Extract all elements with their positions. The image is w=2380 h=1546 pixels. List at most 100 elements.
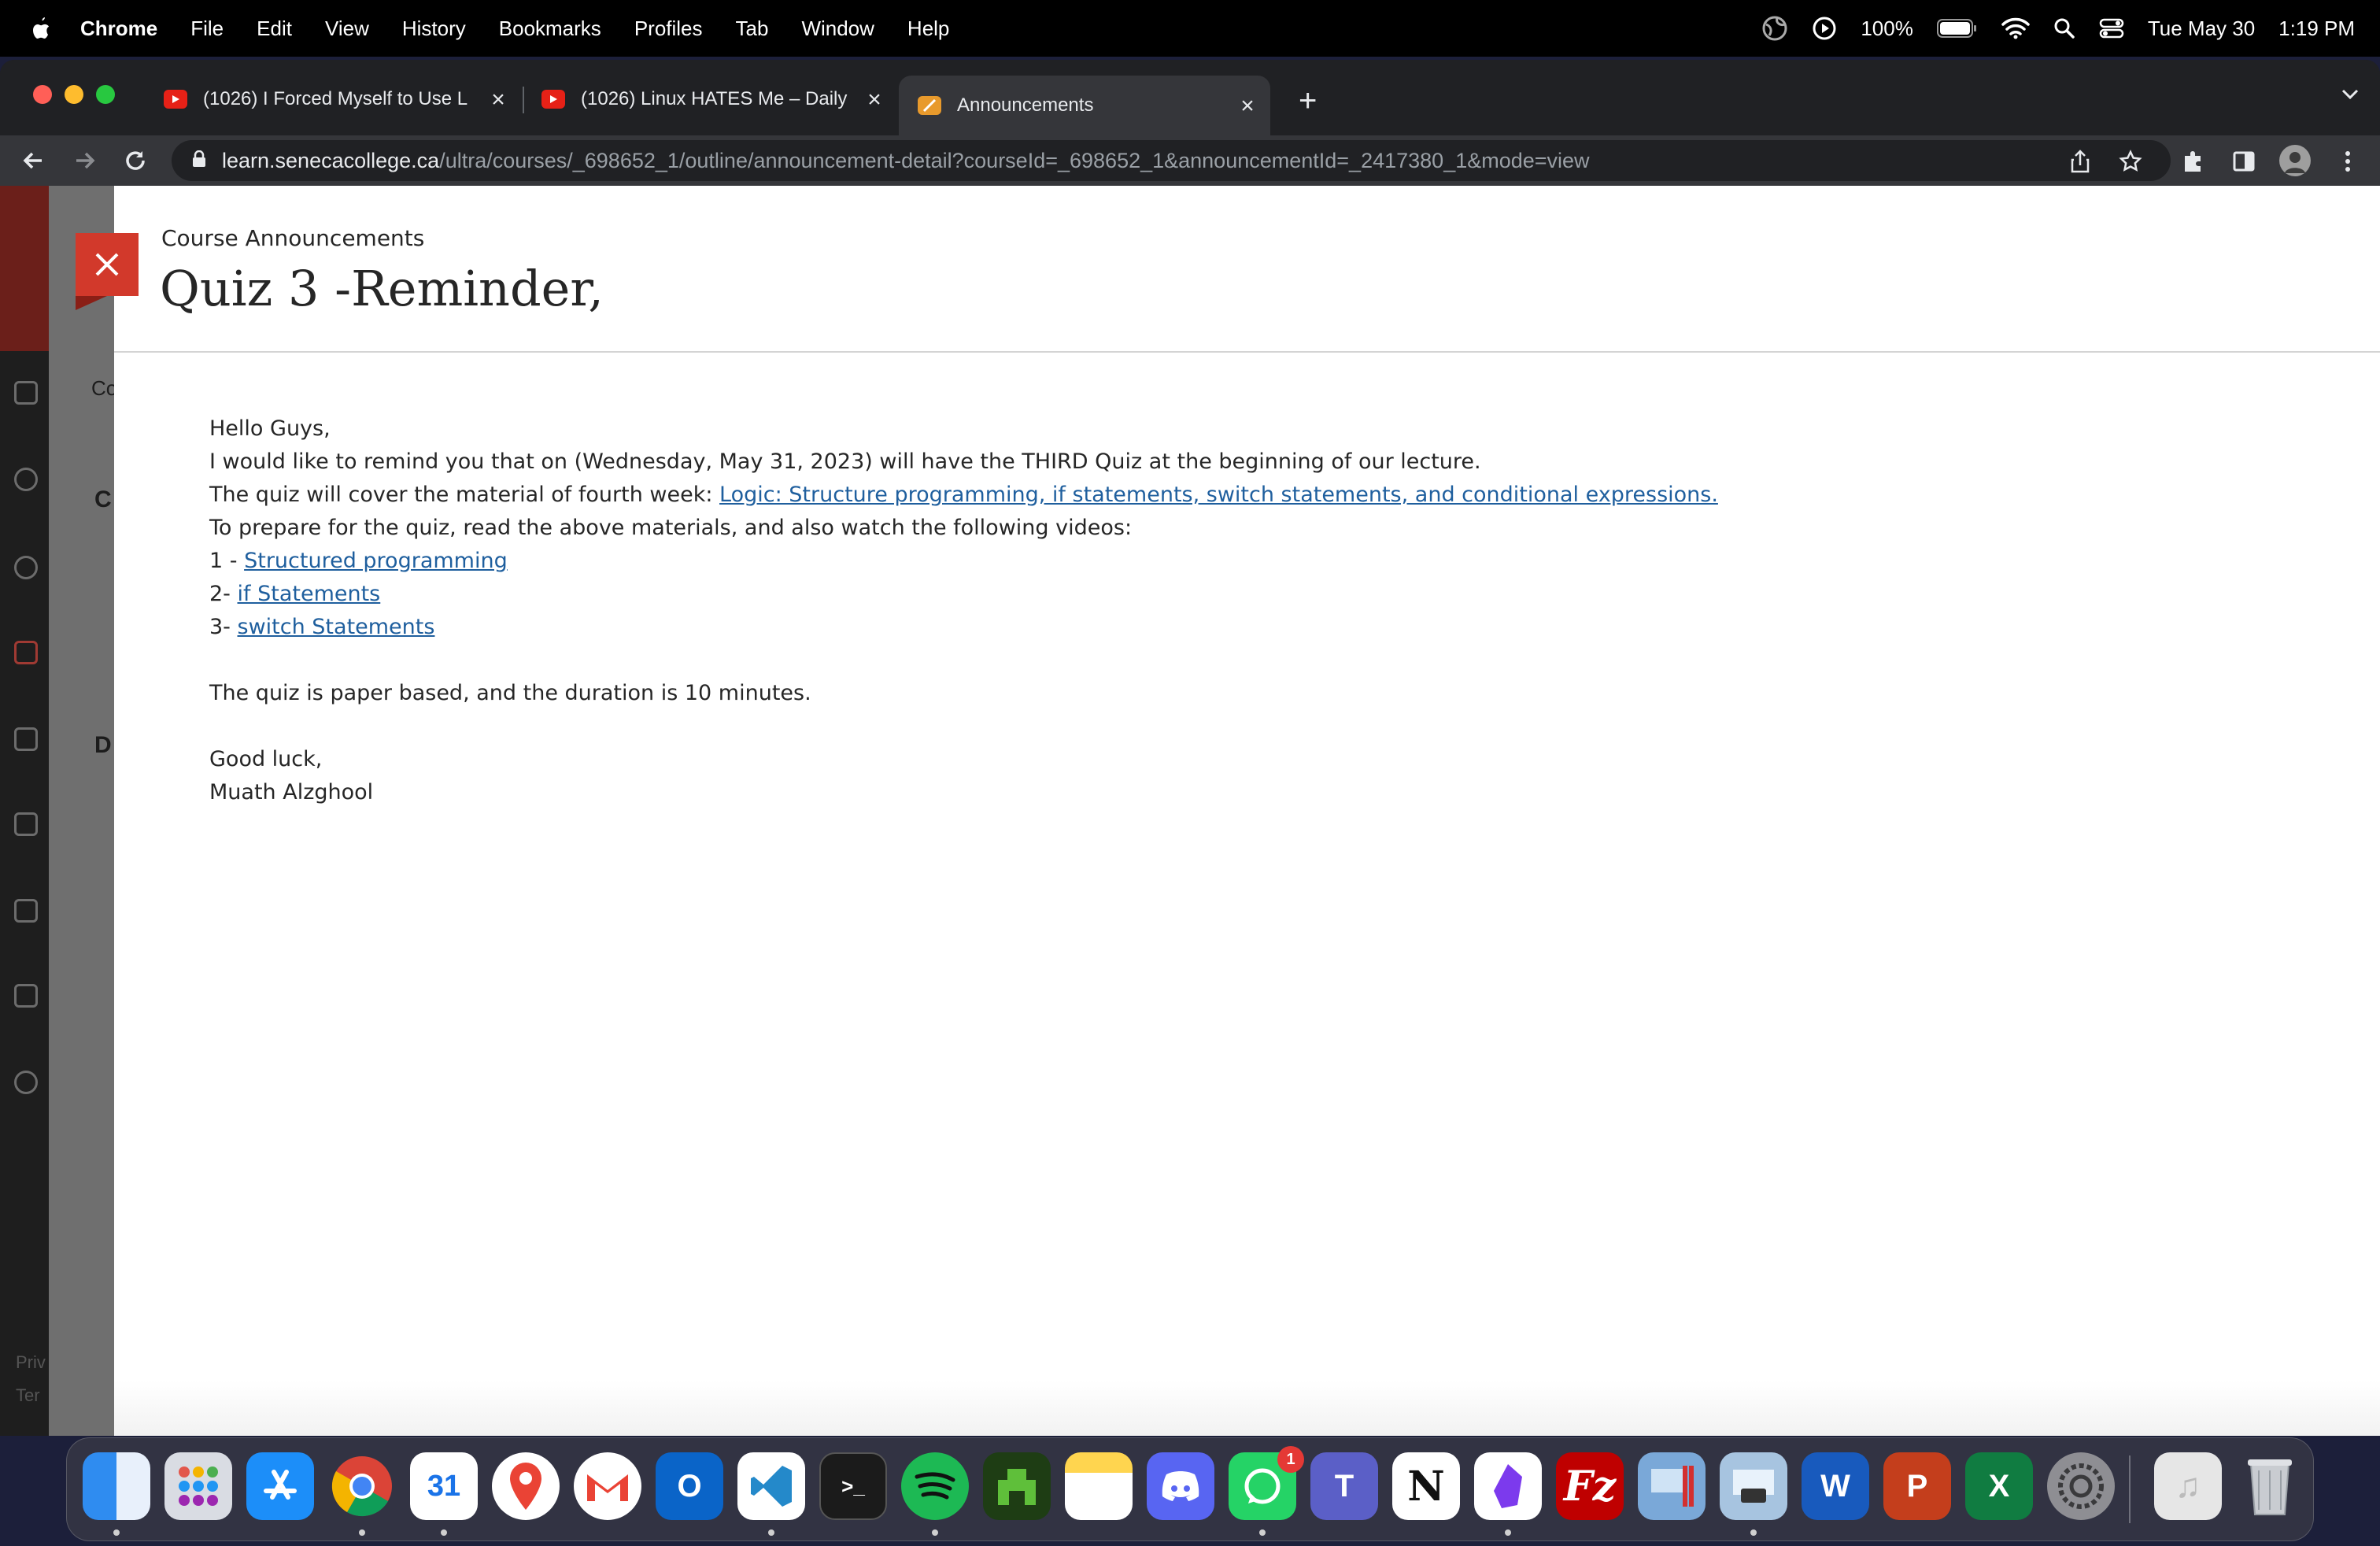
tab-close-icon[interactable]: × bbox=[863, 87, 886, 113]
system-settings-icon[interactable] bbox=[2047, 1452, 2115, 1520]
battery-percent: 100% bbox=[1861, 16, 1913, 40]
finder-icon[interactable] bbox=[83, 1452, 150, 1520]
youtube-icon bbox=[541, 90, 565, 109]
vpn-globe-icon[interactable] bbox=[1761, 15, 1788, 42]
window-close-button[interactable] bbox=[33, 85, 52, 104]
url-host: learn.senecacollege.ca bbox=[222, 148, 440, 172]
menu-bookmarks[interactable]: Bookmarks bbox=[499, 17, 601, 41]
trash-icon[interactable] bbox=[2236, 1452, 2304, 1520]
app-store-icon[interactable] bbox=[246, 1452, 314, 1520]
google-maps-icon[interactable] bbox=[492, 1452, 560, 1520]
running-indicator bbox=[932, 1529, 938, 1536]
back-button[interactable] bbox=[19, 146, 47, 175]
menu-profiles[interactable]: Profiles bbox=[634, 17, 703, 41]
menu-help[interactable]: Help bbox=[907, 17, 949, 41]
parallels-icon[interactable] bbox=[1638, 1452, 1706, 1520]
tab-youtube-2[interactable]: (1026) Linux HATES Me – Daily × bbox=[541, 76, 886, 123]
announcement-body: Hello Guys, I would like to remind you t… bbox=[209, 412, 1718, 809]
tab-close-icon[interactable]: × bbox=[1236, 93, 1259, 120]
teams-icon[interactable]: T bbox=[1310, 1452, 1378, 1520]
terminal-icon[interactable]: >_ bbox=[819, 1452, 887, 1520]
word-icon[interactable]: W bbox=[1802, 1452, 1869, 1520]
reminder-line: I would like to remind you that on (Wedn… bbox=[209, 449, 1481, 474]
running-indicator bbox=[113, 1529, 120, 1536]
browser-window: (1026) I Forced Myself to Use L × (1026)… bbox=[0, 60, 2380, 1436]
menu-window[interactable]: Window bbox=[801, 17, 874, 41]
tab-search-icon[interactable] bbox=[2341, 88, 2360, 105]
video-number: 3- bbox=[209, 615, 238, 639]
backdrop-footer-text: Ter bbox=[16, 1385, 40, 1405]
window-zoom-button[interactable] bbox=[96, 85, 115, 104]
video-link-if-statements[interactable]: if Statements bbox=[238, 582, 381, 606]
material-line: The quiz will cover the material of four… bbox=[209, 479, 1718, 512]
panel-bottom-fade bbox=[114, 1381, 2380, 1436]
preview-icon[interactable] bbox=[1720, 1452, 1787, 1520]
material-link[interactable]: Logic: Structure programming, if stateme… bbox=[719, 483, 1718, 507]
obsidian-icon[interactable] bbox=[1474, 1452, 1542, 1520]
wifi-icon[interactable] bbox=[2001, 17, 2030, 39]
spotlight-search-icon[interactable] bbox=[2053, 17, 2075, 39]
globe-icon bbox=[14, 556, 38, 579]
lock-icon[interactable] bbox=[192, 150, 206, 172]
extensions-icon[interactable] bbox=[2180, 148, 2207, 175]
menu-app-name[interactable]: Chrome bbox=[80, 17, 157, 41]
discord-icon[interactable] bbox=[1147, 1452, 1214, 1520]
grades-icon bbox=[14, 899, 38, 923]
chrome-menu-icon[interactable] bbox=[2334, 148, 2361, 175]
address-bar[interactable]: learn.senecacollege.ca/ultra/courses/_69… bbox=[172, 140, 2171, 181]
menubar-time[interactable]: 1:19 PM bbox=[2278, 17, 2355, 41]
tab-announcements[interactable]: Announcements × bbox=[899, 76, 1270, 135]
outlook-icon[interactable]: O bbox=[656, 1452, 723, 1520]
menu-history[interactable]: History bbox=[402, 17, 466, 41]
tab-title: (1026) Linux HATES Me – Daily bbox=[581, 88, 848, 109]
menu-tab[interactable]: Tab bbox=[736, 17, 769, 41]
video-number: 2- bbox=[209, 582, 238, 606]
messages-icon bbox=[14, 812, 38, 836]
menu-edit[interactable]: Edit bbox=[257, 17, 292, 41]
closing-line: Good luck, bbox=[209, 747, 323, 771]
window-minimize-button[interactable] bbox=[65, 85, 83, 104]
gmail-icon[interactable] bbox=[574, 1452, 641, 1520]
side-panel-icon[interactable] bbox=[2230, 148, 2257, 175]
profile-avatar[interactable] bbox=[2279, 145, 2311, 176]
filezilla-icon[interactable]: Fz bbox=[1556, 1452, 1624, 1520]
greeting: Hello Guys, bbox=[209, 416, 331, 441]
tab-close-icon[interactable]: × bbox=[486, 87, 510, 113]
breadcrumb[interactable]: Course Announcements bbox=[161, 225, 424, 251]
blackboard-icon bbox=[918, 96, 941, 115]
share-icon[interactable] bbox=[2067, 148, 2094, 175]
control-center-icon[interactable] bbox=[2099, 17, 2124, 39]
dock: 31 O >_ 1 T N Fz W P X ♫ bbox=[66, 1437, 2314, 1541]
forward-button[interactable] bbox=[71, 146, 99, 175]
panel-header: Course Announcements Quiz 3 -Reminder, bbox=[76, 186, 2380, 353]
powerpoint-icon[interactable]: P bbox=[1883, 1452, 1951, 1520]
music-file-icon[interactable]: ♫ bbox=[2154, 1452, 2222, 1520]
video-item: 1 - Structured programming bbox=[209, 545, 1718, 578]
announcement-panel: Course Announcements Quiz 3 -Reminder, H… bbox=[76, 186, 2380, 1436]
reload-button[interactable] bbox=[121, 146, 150, 175]
video-link-structured-programming[interactable]: Structured programming bbox=[244, 549, 508, 573]
notes-icon[interactable] bbox=[1065, 1452, 1133, 1520]
tools-icon bbox=[14, 984, 38, 1008]
minecraft-icon[interactable] bbox=[983, 1452, 1051, 1520]
google-calendar-icon[interactable]: 31 bbox=[410, 1452, 478, 1520]
vscode-icon[interactable] bbox=[737, 1452, 805, 1520]
now-playing-icon[interactable] bbox=[1812, 16, 1837, 41]
chrome-icon[interactable] bbox=[328, 1452, 396, 1520]
new-tab-button[interactable]: + bbox=[1299, 83, 1317, 119]
close-panel-button[interactable] bbox=[76, 233, 139, 296]
backdrop-sidebar bbox=[0, 186, 49, 1436]
tab-youtube-1[interactable]: (1026) I Forced Myself to Use L × bbox=[164, 76, 510, 123]
menu-view[interactable]: View bbox=[325, 17, 369, 41]
video-link-switch-statements[interactable]: switch Statements bbox=[238, 615, 435, 639]
apple-icon[interactable] bbox=[30, 15, 54, 42]
excel-icon[interactable]: X bbox=[1965, 1452, 2033, 1520]
spotify-icon[interactable] bbox=[901, 1452, 969, 1520]
notion-icon[interactable]: N bbox=[1392, 1452, 1460, 1520]
quiz-format-line: The quiz is paper based, and the duratio… bbox=[209, 681, 811, 705]
menubar-date[interactable]: Tue May 30 bbox=[2148, 17, 2255, 41]
menu-file[interactable]: File bbox=[190, 17, 224, 41]
launchpad-icon[interactable] bbox=[164, 1452, 232, 1520]
battery-icon[interactable] bbox=[1936, 18, 1978, 39]
bookmark-star-icon[interactable] bbox=[2117, 148, 2144, 175]
